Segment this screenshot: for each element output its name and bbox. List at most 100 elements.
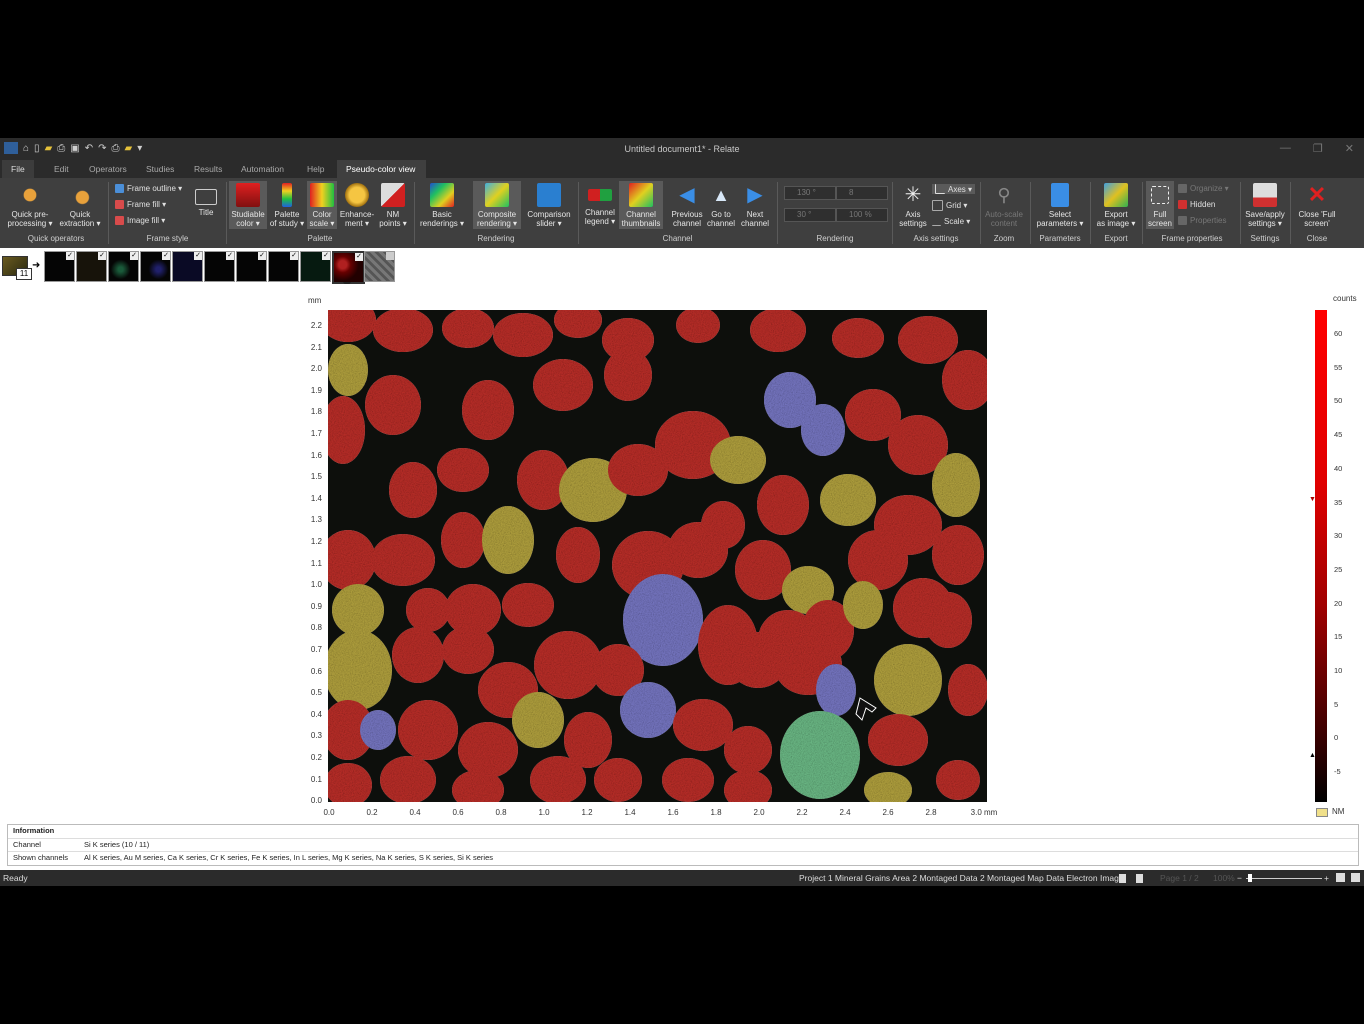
checkbox-icon[interactable]: ✓	[194, 252, 202, 260]
mineral-grain	[406, 588, 450, 632]
frame-fill-button[interactable]: Frame fill ▾	[115, 200, 166, 209]
close-icon[interactable]: ✕	[1345, 142, 1354, 155]
studiable-color-icon	[236, 183, 260, 207]
intensity-input[interactable]: 100 %	[836, 208, 888, 222]
y-tick-label: 1.0	[310, 580, 322, 590]
zoom-out-icon[interactable]: −	[1237, 870, 1242, 886]
nm-points-button[interactable]: NM points ▾	[377, 181, 409, 228]
channel-thumbnail[interactable]: ✓	[300, 251, 331, 282]
azimuth-input[interactable]: 130 °	[784, 186, 836, 200]
auto-scale-content-button[interactable]: ⚲ Auto-scale content	[982, 181, 1026, 228]
menu-edit[interactable]: Edit	[45, 160, 78, 178]
mineral-grain	[328, 310, 376, 342]
minimize-icon[interactable]: —	[1280, 142, 1291, 155]
save-apply-settings-button[interactable]: Save/apply settings ▾	[1242, 181, 1288, 228]
checkbox-icon[interactable]: ✓	[66, 252, 74, 260]
mineral-grain	[668, 522, 728, 578]
colorbar-tick-label: 15	[1334, 632, 1343, 642]
organize-button[interactable]: Organize ▾	[1178, 184, 1229, 193]
properties-button[interactable]: Properties	[1178, 216, 1226, 225]
info-row-channel: Channel Si K series (10 / 11)	[8, 838, 1358, 851]
zoom-in-icon[interactable]: +	[1324, 870, 1329, 886]
menu-help[interactable]: Help	[298, 160, 333, 178]
composite-rendering-button[interactable]: Composite rendering ▾	[473, 181, 521, 229]
zoom-slider-thumb[interactable]	[1248, 874, 1252, 882]
channel-legend-button[interactable]: Channel legend ▾	[582, 181, 618, 226]
menu-file[interactable]: File	[2, 160, 34, 178]
close-full-screen-button[interactable]: ✕ Close 'Full screen'	[1294, 181, 1340, 229]
palette-of-study-button[interactable]: Palette of study ▾	[268, 181, 306, 228]
channel-stack-icon[interactable]: 11	[2, 252, 32, 280]
document-icon[interactable]	[1119, 874, 1126, 883]
elevation-input[interactable]: 30 °	[784, 208, 836, 222]
menu-operators[interactable]: Operators	[80, 160, 136, 178]
x-tick-label: 2.8	[925, 808, 937, 817]
upper-threshold-marker-icon[interactable]: ▼	[1309, 496, 1316, 503]
channel-thumbnail[interactable]: ✓	[108, 251, 139, 282]
maximize-icon[interactable]: ❐	[1313, 142, 1323, 155]
document-icon[interactable]	[1136, 874, 1143, 883]
scale-button[interactable]: Scale ▾	[932, 216, 970, 226]
channel-thumbnail[interactable]: ✓	[236, 251, 267, 282]
fit-page-icon[interactable]	[1336, 873, 1345, 882]
checkbox-icon[interactable]	[386, 252, 394, 260]
depth-input[interactable]: 8	[836, 186, 888, 200]
hidden-button[interactable]: Hidden	[1178, 200, 1215, 209]
menu-automation[interactable]: Automation	[232, 160, 293, 178]
axes-button[interactable]: Axes ▾	[932, 184, 976, 194]
channel-thumbnail[interactable]: ✓	[76, 251, 107, 282]
channel-thumbnail[interactable]: ✓	[204, 251, 235, 282]
channel-thumbnail[interactable]: ✓	[268, 251, 299, 282]
channel-thumbnail-selected[interactable]: ✓	[332, 251, 365, 284]
image-fill-button[interactable]: Image fill ▾	[115, 216, 165, 225]
mineral-grain	[898, 316, 958, 364]
y-tick-label: 0.4	[310, 709, 322, 719]
checkbox-icon[interactable]: ✓	[162, 252, 170, 260]
frame-outline-button[interactable]: Frame outline ▾	[115, 184, 182, 193]
checkbox-icon[interactable]: ✓	[355, 253, 363, 261]
go-to-channel-button[interactable]: ▲ Go to channel	[704, 181, 738, 228]
export-as-image-button[interactable]: Export as image ▾	[1093, 181, 1139, 228]
arrow-left-icon: ◀	[679, 184, 695, 206]
basic-renderings-button[interactable]: Basic renderings ▾	[418, 181, 466, 228]
properties-icon	[1178, 216, 1187, 225]
channel-thumbnail[interactable]: ✓	[140, 251, 171, 282]
checkbox-icon[interactable]: ✓	[130, 252, 138, 260]
axis-settings-button[interactable]: ✳ Axis settings	[896, 181, 930, 228]
color-scale-button[interactable]: Color scale ▾	[307, 181, 337, 229]
status-bar: Ready Project 1 Mineral Grains Area 2 Mo…	[0, 870, 1364, 886]
element-map-image[interactable]	[328, 310, 987, 802]
checkbox-icon[interactable]: ✓	[258, 252, 266, 260]
menu-studies[interactable]: Studies	[137, 160, 183, 178]
channel-thumbnails-button[interactable]: Channel thumbnails	[619, 181, 663, 229]
checkbox-icon[interactable]: ✓	[98, 252, 106, 260]
full-screen-button[interactable]: Full screen	[1146, 181, 1174, 229]
mineral-grain	[724, 726, 772, 774]
enhancement-button[interactable]: Enhance- ment ▾	[338, 181, 376, 228]
channel-thumbnail[interactable]: ✓	[44, 251, 75, 282]
quick-extraction-button[interactable]: Quick extraction ▾	[56, 181, 104, 228]
comparison-slider-button[interactable]: Comparison slider ▾	[525, 181, 573, 228]
grid-button[interactable]: Grid ▾	[932, 200, 967, 211]
color-scale-bar[interactable]	[1315, 310, 1327, 802]
next-channel-button[interactable]: ▶ Next channel	[737, 181, 773, 228]
tab-pseudo-color-view[interactable]: Pseudo-color view	[337, 160, 426, 178]
lower-threshold-marker-icon[interactable]: ▲	[1309, 752, 1316, 759]
mineral-grain	[328, 763, 372, 802]
previous-channel-button[interactable]: ◀ Previous channel	[668, 181, 706, 228]
zoom-slider[interactable]	[1246, 878, 1322, 879]
grid-icon	[932, 200, 943, 211]
select-parameters-button[interactable]: Select parameters ▾	[1034, 181, 1086, 228]
studiable-color-button[interactable]: Studiable color ▾	[229, 181, 267, 229]
channel-thumbnail[interactable]: ✓	[172, 251, 203, 282]
mineral-grain	[874, 644, 942, 716]
menu-results[interactable]: Results	[185, 160, 231, 178]
title-button[interactable]: Title	[192, 181, 220, 217]
fit-width-icon[interactable]	[1351, 873, 1360, 882]
channel-thumbnail[interactable]	[364, 251, 395, 282]
quick-preprocessing-button[interactable]: Quick pre- processing ▾	[6, 181, 54, 228]
checkbox-icon[interactable]: ✓	[290, 252, 298, 260]
checkbox-icon[interactable]: ✓	[226, 252, 234, 260]
app-window: ⌂ ▯ ▰ ⎙ ▣ ↶ ↷ ⎙ ▰ ▾ Untitled document1* …	[0, 138, 1364, 886]
checkbox-icon[interactable]: ✓	[322, 252, 330, 260]
